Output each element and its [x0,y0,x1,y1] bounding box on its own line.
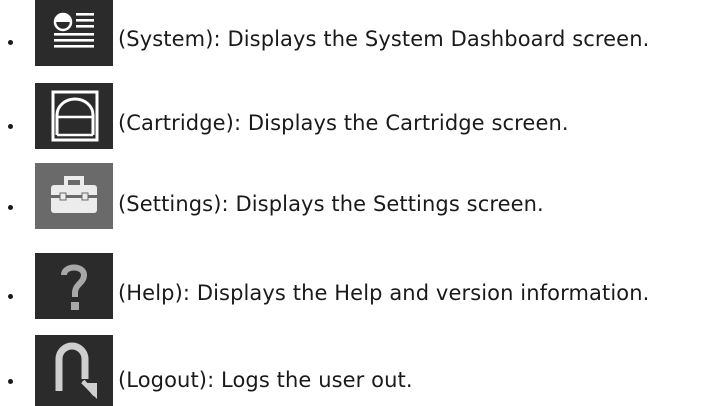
item-description: : Displays the Settings screen. [221,192,544,216]
list-item-system: (System): Displays the System Dashboard … [0,0,728,66]
system-dashboard-icon [35,0,113,66]
cartridge-icon [35,83,113,149]
item-text: (Help): Displays the Help and version in… [118,279,649,307]
item-description: : Displays the System Dashboard screen. [213,27,650,51]
item-label: (Cartridge) [118,111,234,135]
logout-arrow-icon [35,335,113,406]
item-text: (Settings): Displays the Settings screen… [118,190,544,218]
item-text: (Logout): Logs the user out. [118,366,413,394]
bullet [8,40,13,45]
item-description: : Displays the Help and version informat… [182,281,650,305]
bullet [8,205,13,210]
item-label: (Logout) [118,368,208,392]
item-text: (Cartridge): Displays the Cartridge scre… [118,109,569,137]
item-label: (System) [118,27,214,51]
item-description: : Displays the Cartridge screen. [233,111,569,135]
bullet [8,379,13,384]
list-item-help: (Help): Displays the Help and version in… [0,253,728,319]
item-label: (Settings) [118,192,222,216]
list-item-logout: (Logout): Logs the user out. [0,335,728,406]
item-label: (Help) [118,281,183,305]
bullet [8,124,13,129]
item-description: : Logs the user out. [207,368,413,392]
item-text: (System): Displays the System Dashboard … [118,25,649,53]
list-item-cartridge: (Cartridge): Displays the Cartridge scre… [0,83,728,149]
question-mark-icon [35,253,113,319]
toolbox-icon [35,163,113,229]
list-item-settings: (Settings): Displays the Settings screen… [0,163,728,229]
bullet [8,294,13,299]
